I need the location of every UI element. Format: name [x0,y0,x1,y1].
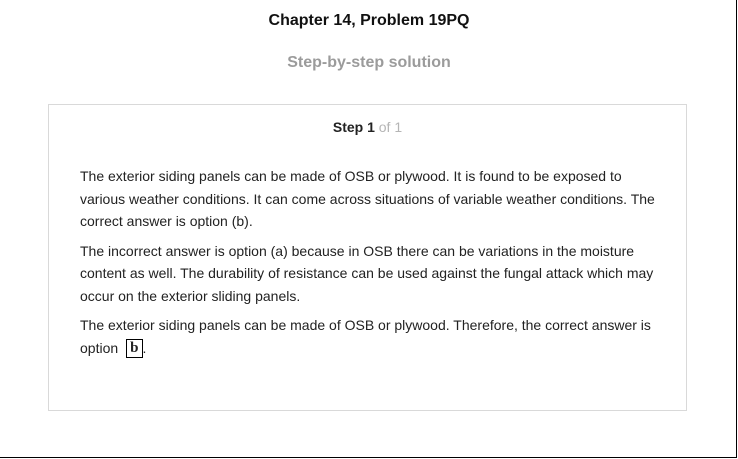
step-header: Step 1 of 1 [49,119,686,135]
solution-card: Step 1 of 1 The exterior siding panels c… [48,104,687,411]
solution-body: The exterior siding panels can be made o… [80,165,660,366]
answer-trailing-period: . [142,339,147,356]
solution-paragraph-3-text: The exterior siding panels can be made o… [80,317,651,356]
solution-paragraph-1: The exterior siding panels can be made o… [80,168,655,229]
page-subtitle: Step-by-step solution [287,54,451,71]
solution-paragraph-3: The exterior siding panels can be made o… [80,314,660,359]
step-count: of 1 [378,119,403,135]
step-label: Step 1 [332,119,375,135]
page-title: Chapter 14, Problem 19PQ [268,12,470,29]
solution-paragraph-2: The incorrect answer is option (a) becau… [80,242,654,304]
answer-box: b [126,339,143,359]
